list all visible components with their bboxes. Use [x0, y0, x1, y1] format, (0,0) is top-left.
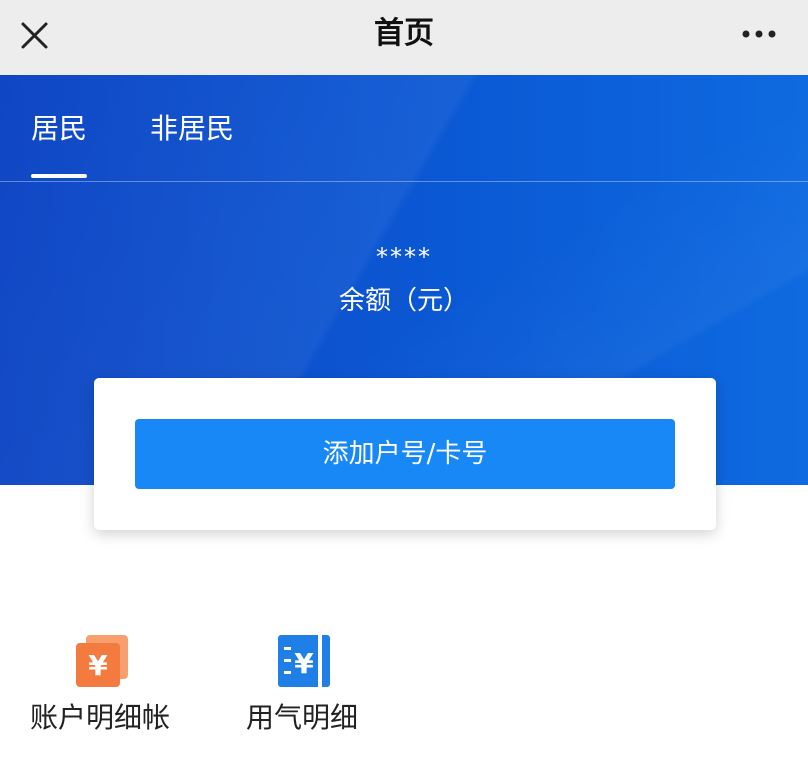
tab-resident[interactable]: 居民: [31, 107, 87, 151]
feature-label: 账户明细帐: [30, 701, 171, 734]
active-tab-indicator: [31, 174, 87, 178]
title-bar: 首页: [0, 0, 808, 75]
more-button[interactable]: [734, 22, 784, 46]
more-icon: [742, 30, 776, 38]
balance-value: ****: [376, 243, 432, 271]
tab-non-resident[interactable]: 非居民: [150, 107, 234, 151]
gas-usage-icon: ¥: [278, 635, 330, 687]
feature-label: 用气明细: [246, 701, 359, 734]
account-card: 添加户号/卡号: [94, 378, 716, 530]
svg-text:¥: ¥: [88, 649, 108, 682]
account-ledger-icon: ¥: [76, 635, 128, 687]
tab-divider: [0, 181, 808, 182]
page-title: 首页: [374, 16, 434, 51]
add-account-button[interactable]: 添加户号/卡号: [135, 419, 675, 489]
balance-label: 余额（元）: [338, 286, 469, 316]
svg-text:¥: ¥: [294, 647, 314, 680]
